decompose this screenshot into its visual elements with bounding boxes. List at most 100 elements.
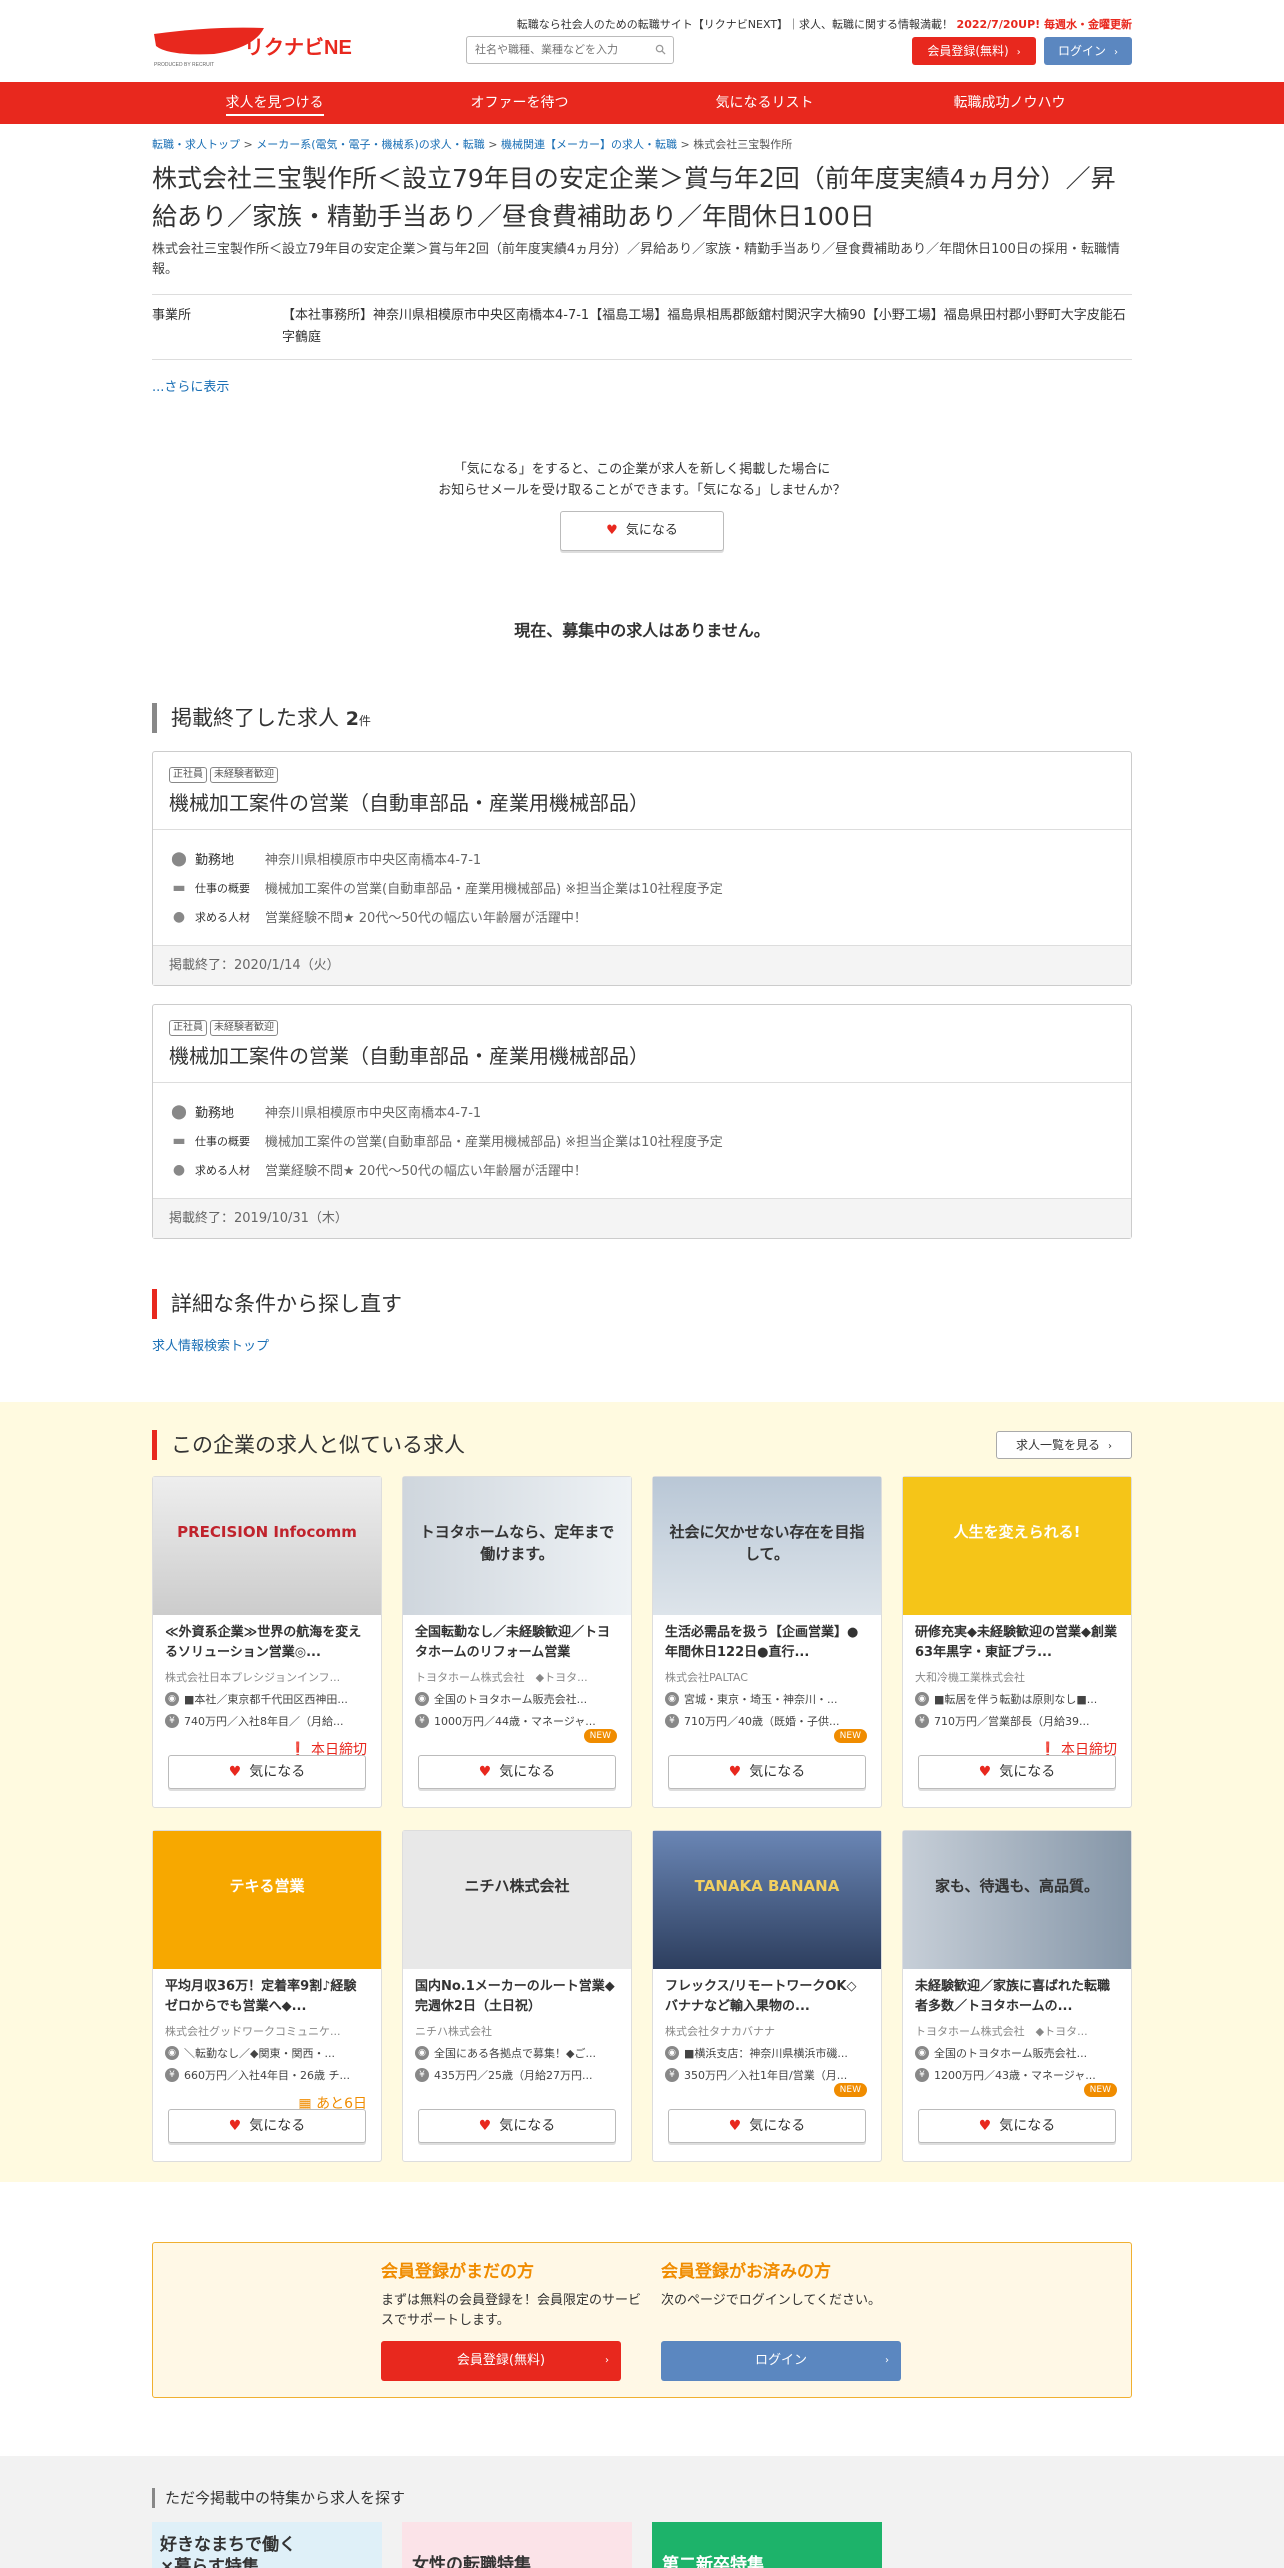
job-title[interactable]: 全国転勤なし／未経験歓迎／トヨタホームのリフォーム営業 (403, 1615, 631, 1665)
job-title[interactable]: ≪外資系企業≫世界の航海を変えるソリューション営業◎... (153, 1615, 381, 1665)
similar-job-card[interactable]: PRECISION Infocomm ≪外資系企業≫世界の航海を変えるソリューシ… (152, 1476, 382, 1808)
job-image[interactable]: 家も、待遇も、高品質。 (903, 1831, 1131, 1969)
location-label: 勤務地 (195, 1106, 235, 1121)
header-tagline: 転職なら社会人のための転職サイト【リクナビNEXT】｜求人、転職に関する情報満載… (517, 16, 1132, 32)
job-location: 全国のトヨタホーム販売会社... (434, 1693, 588, 1706)
yen-icon: ¥ (665, 2068, 679, 2082)
job-title[interactable]: 生活必需品を扱う【企画営業】●年間休日122日●直行... (653, 1615, 881, 1665)
ended-count: 2 (345, 708, 359, 730)
new-member-text: まずは無料の会員登録を！会員限定のサービスでサポートします。 (381, 2293, 642, 2328)
job-title[interactable]: 機械加工案件の営業（自動車部品・産業用機械部品） (169, 789, 1115, 817)
ended-job-card[interactable]: 正社員 未経験者歓迎 機械加工案件の営業（自動車部品・産業用機械部品） ⬤ 勤務地 神… (152, 751, 1132, 986)
login-button[interactable]: ログイン › (1044, 37, 1132, 65)
requirement-value: 営業経験不問★ 20代～50代の幅広い年齢層が活躍中！ (265, 1164, 587, 1179)
search-box (466, 36, 674, 64)
breadcrumb-link[interactable]: 転職・求人トップ (152, 138, 240, 151)
job-image-caption: TANAKA BANANA (694, 1877, 840, 1895)
job-image-caption: PRECISION Infocomm (177, 1523, 357, 1541)
favorite-button[interactable]: ♥ 気になる (668, 1755, 866, 1789)
job-location: ■転居を伴う転勤は原則なし■... (934, 1693, 1098, 1706)
heart-icon: ♥ (228, 1764, 242, 1780)
favorite-button[interactable]: ♥ 気になる (668, 2109, 866, 2143)
favorite-label: 気になる (749, 1764, 806, 1780)
breadcrumb-link[interactable]: メーカー系(電気・電子・機械系)の求人・転職 (256, 138, 485, 151)
favorite-button[interactable]: ♥ 気になる (418, 2109, 616, 2143)
ended-job-card[interactable]: 正社員 未経験者歓迎 機械加工案件の営業（自動車部品・産業用機械部品） ⬤ 勤務地 神… (152, 1004, 1132, 1239)
job-location: 全国にある各拠点で募集！◆ご... (434, 2047, 596, 2060)
favorite-prompt-line2: お知らせメールを受け取ることができます。「気になる」しませんか？ (438, 483, 846, 498)
similar-job-card[interactable]: 家も、待遇も、高品質。 未経験歓迎／家族に喜ばれた転職者多数／トヨタホームの..… (902, 1830, 1132, 2162)
nav-favorites[interactable]: 気になるリスト (642, 82, 887, 124)
job-title[interactable]: 機械加工案件の営業（自動車部品・産業用機械部品） (169, 1042, 1115, 1070)
favorite-prompt: 「気になる」をすると、この企業が求人を新しく掲載した場合に お知らせメールを受け… (152, 459, 1132, 551)
rikunabi-logo[interactable]: リクナビNEXT PRODUCED BY RECRUIT (152, 18, 352, 70)
search-icon[interactable] (655, 44, 666, 55)
heart-icon: ♥ (478, 2118, 492, 2134)
chevron-right-icon: › (1108, 1441, 1112, 1452)
end-date: 掲載終了：2019/10/31（木） (153, 1198, 1131, 1238)
favorite-label: 気になる (999, 2118, 1056, 2134)
chevron-right-icon: › (605, 2355, 609, 2366)
job-image[interactable]: テキる営業 (153, 1831, 381, 1969)
similar-job-card[interactable]: 社会に欠かせない存在を目指して。 生活必需品を扱う【企画営業】●年間休日122日… (652, 1476, 882, 1808)
location-label: 勤務地 (195, 853, 235, 868)
favorite-button[interactable]: ♥ 気になる (560, 511, 724, 551)
job-image[interactable]: 人生を変えられる! (903, 1477, 1131, 1615)
feature-banner-women[interactable]: 女性の転職特集 (402, 2522, 632, 2568)
page-title: 株式会社三宝製作所＜設立79年目の安定企業＞賞与年2回（前年度実績4ヵ月分）／昇… (152, 164, 1116, 231)
favorite-button[interactable]: ♥ 気になる (418, 1755, 616, 1789)
nav-knowhow[interactable]: 転職成功ノウハウ (887, 82, 1132, 124)
similar-job-card[interactable]: 人生を変えられる! 研修充実◆未経験歓迎の営業◆創業63年黒字・東証プラ... … (902, 1476, 1132, 1808)
favorite-button[interactable]: ♥ 気になる (918, 1755, 1116, 1789)
job-list-button[interactable]: 求人一覧を見る › (996, 1431, 1132, 1459)
job-image[interactable]: トヨタホームなら、定年まで働けます。 (403, 1477, 631, 1615)
heart-icon: ♥ (228, 2118, 242, 2134)
job-image[interactable]: PRECISION Infocomm (153, 1477, 381, 1615)
similar-job-card[interactable]: テキる営業 平均月収36万！定着率9割♪経験ゼロからでも営業へ◆... 株式会社… (152, 1830, 382, 2162)
company-name: トヨタホーム株式会社 ◆トヨタ... (915, 2025, 1088, 2038)
heart-icon: ♥ (478, 1764, 492, 1780)
show-more-link[interactable]: ...さらに表示 (152, 380, 229, 395)
nav-find-jobs[interactable]: 求人を見つける (152, 82, 397, 124)
location-pin-icon: ◉ (415, 1692, 429, 1706)
breadcrumb: 転職・求人トップ > メーカー系(電気・電子・機械系)の求人・転職 > 機械関連… (152, 138, 793, 151)
feature-banner-second[interactable]: 第二新卒特集 (652, 2522, 882, 2568)
yen-icon: ¥ (165, 1714, 179, 1728)
company-name: 株式会社PALTAC (665, 1671, 748, 1684)
job-title[interactable]: フレックス/リモートワークOK◇バナナなど輸入果物の... (653, 1969, 881, 2019)
company-name: 株式会社グッドワークコミュニケ... (165, 2025, 341, 2038)
job-title[interactable]: 国内No.1メーカーのルート営業◆完週休2日（土日祝） (403, 1969, 631, 2019)
job-image[interactable]: ニチハ株式会社 (403, 1831, 631, 1969)
feature-banner-local[interactable]: 好きなまちで働く×暮らす特集 (152, 2522, 382, 2568)
chevron-right-icon: › (1016, 47, 1021, 58)
register-button[interactable]: 会員登録(無料) › (912, 37, 1036, 65)
register-label: 会員登録(無料) (927, 44, 1009, 58)
company-name: ニチハ株式会社 (415, 2025, 492, 2038)
member-panel: 会員登録がまだの方 まずは無料の会員登録を！会員限定のサービスでサポートします。… (152, 2242, 1132, 2398)
breadcrumb-link[interactable]: 機械関連【メーカー】の求人・転職 (501, 138, 677, 151)
job-title[interactable]: 未経験歓迎／家族に喜ばれた転職者多数／トヨタホームの... (903, 1969, 1131, 2019)
location-pin-icon: ⬤ (171, 850, 187, 867)
feature-banner-label: 好きなまちで働く×暮らす特集 (160, 2535, 296, 2568)
search-input[interactable] (467, 37, 647, 63)
similar-job-card[interactable]: トヨタホームなら、定年まで働けます。 全国転勤なし／未経験歓迎／トヨタホームのリ… (402, 1476, 632, 1808)
job-title[interactable]: 平均月収36万！定着率9割♪経験ゼロからでも営業へ◆... (153, 1969, 381, 2019)
job-image[interactable]: 社会に欠かせない存在を目指して。 (653, 1477, 881, 1615)
favorite-button[interactable]: ♥ 気になる (168, 1755, 366, 1789)
location-pin-icon: ◉ (665, 1692, 679, 1706)
search-top-link[interactable]: 求人情報検索トップ (152, 1339, 269, 1354)
similar-job-card[interactable]: TANAKA BANANA フレックス/リモートワークOK◇バナナなど輸入果物の… (652, 1830, 882, 2162)
member-register-button[interactable]: 会員登録(無料) › (381, 2341, 621, 2381)
nav-wait-offers[interactable]: オファーを待つ (397, 82, 642, 124)
favorite-button[interactable]: ♥ 気になる (168, 2109, 366, 2143)
member-login-button[interactable]: ログイン › (661, 2341, 901, 2381)
feature-banner-label: 女性の転職特集 (412, 2555, 531, 2568)
favorite-label: 気になる (499, 1764, 556, 1780)
site-header: リクナビNEXT PRODUCED BY RECRUIT 転職なら社会人のための… (152, 0, 1132, 82)
similar-job-card[interactable]: ニチハ株式会社 国内No.1メーカーのルート営業◆完週休2日（土日祝） ニチハ株… (402, 1830, 632, 2162)
job-image[interactable]: TANAKA BANANA (653, 1831, 881, 1969)
work-value: 機械加工案件の営業(自動車部品・産業用機械部品) ※担当企業は10社程度予定 (265, 1135, 723, 1150)
job-title[interactable]: 研修充実◆未経験歓迎の営業◆創業63年黒字・東証プラ... (903, 1615, 1131, 1665)
favorite-button[interactable]: ♥ 気になる (918, 2109, 1116, 2143)
requirement-label: 求める人材 (195, 1163, 250, 1177)
